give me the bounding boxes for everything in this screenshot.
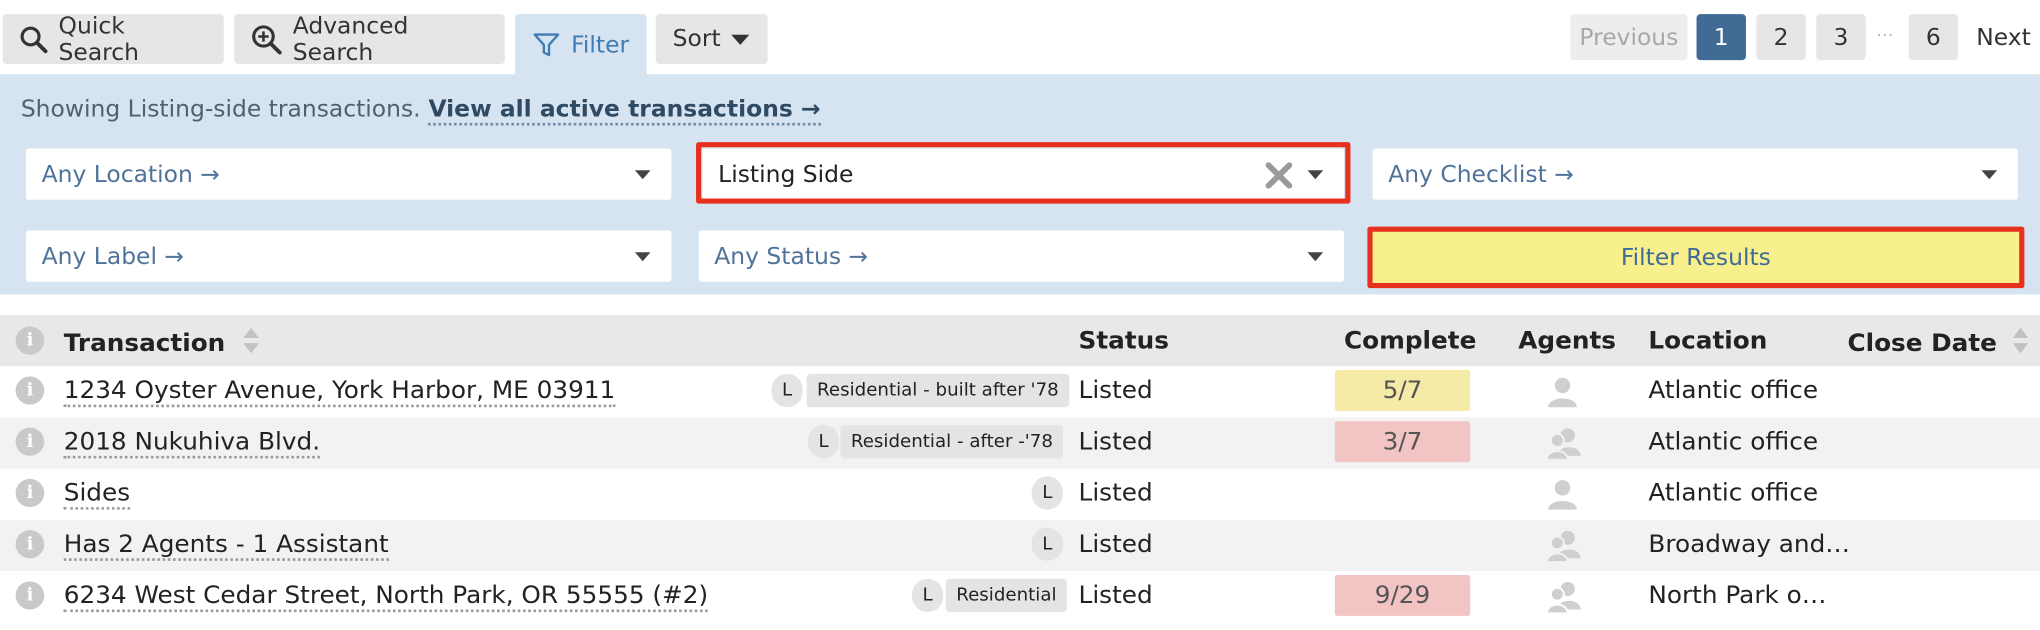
location-text: Atlantic office [1648, 427, 1819, 456]
users-icon [1545, 530, 1581, 563]
page-number: 3 [1833, 23, 1849, 51]
status-text: Listed [1078, 427, 1153, 456]
label-select-value: Any Label → [41, 242, 185, 270]
info-icon[interactable]: i [15, 530, 45, 559]
side-badge: L [1031, 527, 1063, 561]
transaction-link[interactable]: 2018 Nukuhiva Blvd. [63, 428, 321, 459]
transaction-link[interactable]: 6234 West Cedar Street, North Park, OR 5… [63, 581, 709, 613]
transaction-link[interactable]: Sides [63, 479, 131, 510]
location-select-value: Any Location → [41, 160, 220, 188]
filter-tab[interactable]: Filter [515, 14, 647, 76]
header-close-date-label: Close Date [1847, 329, 1997, 358]
filter-label: Filter [571, 31, 630, 59]
info-icon[interactable]: i [15, 478, 45, 508]
filter-info: Showing Listing-side transactions. View a… [20, 96, 821, 126]
checklist-select-value: Any Checklist → [1388, 160, 1574, 188]
view-all-transactions-link[interactable]: View all active transactions → [428, 96, 821, 126]
page-1-button[interactable]: 1 [1696, 14, 1746, 61]
user-icon [1548, 377, 1577, 408]
transaction-link[interactable]: 1234 Oyster Avenue, York Harbor, ME 0391… [63, 376, 616, 408]
previous-page-button[interactable]: Previous [1570, 14, 1688, 61]
side-badge: L [1031, 476, 1063, 510]
page-6-button[interactable]: 6 [1908, 14, 1959, 61]
user-icon [1548, 480, 1577, 510]
next-label: Next [1976, 23, 2031, 51]
sort-button[interactable]: Sort [655, 14, 768, 65]
complete-badge[interactable]: 9/29 [1334, 574, 1471, 616]
filter-results-highlight [1367, 226, 2025, 289]
label-tag: Residential - after -'78 [840, 425, 1064, 459]
location-text: Atlantic office [1648, 376, 1819, 405]
status-select-value: Any Status → [714, 242, 869, 270]
status-text: Listed [1078, 530, 1153, 559]
checklist-select[interactable]: Any Checklist → [1372, 148, 2018, 200]
status-text: Listed [1078, 478, 1153, 508]
next-page-button[interactable]: Next [1967, 14, 2040, 61]
users-icon [1545, 581, 1581, 614]
side-badge: L [912, 578, 944, 613]
quick-search-label: Quick Search [58, 12, 140, 66]
status-text: Listed [1078, 376, 1153, 405]
advanced-search-label: Advanced Search [292, 12, 409, 66]
label-tag: Residential - built after '78 [806, 373, 1070, 408]
sort-label: Sort [672, 25, 721, 53]
label-tag: Residential [945, 578, 1067, 613]
page-3-button[interactable]: 3 [1816, 14, 1866, 61]
transaction-link[interactable]: Has 2 Agents - 1 Assistant [63, 530, 389, 561]
page-number: 1 [1713, 23, 1729, 51]
zoom-in-icon [252, 24, 282, 54]
chevron-down-icon [1981, 170, 1998, 180]
page-number: 6 [1925, 23, 1941, 51]
status-text: Listed [1078, 581, 1153, 610]
complete-badge[interactable]: 5/7 [1334, 370, 1471, 412]
header-location[interactable]: Location [1648, 327, 1767, 355]
side-badge: L [807, 425, 840, 459]
info-icon[interactable]: i [15, 376, 45, 405]
chevron-down-icon [634, 170, 651, 180]
location-text: Atlantic office [1648, 478, 1819, 508]
funnel-icon [533, 33, 560, 57]
complete-badge[interactable]: 3/7 [1334, 421, 1471, 463]
header-transaction[interactable]: Transaction [63, 327, 260, 358]
quick-search-button[interactable]: Quick Search [2, 12, 224, 66]
chevron-down-icon [1307, 252, 1324, 262]
info-icon[interactable]: i [15, 427, 45, 456]
side-badge: L [771, 373, 803, 408]
search-icon [20, 25, 48, 53]
location-select[interactable]: Any Location → [26, 148, 672, 200]
info-icon: i [15, 326, 45, 355]
pagination-ellipsis: ··· [1876, 25, 1894, 47]
filter-info-text: Showing Listing-side transactions. [20, 96, 421, 123]
caret-down-icon [731, 33, 750, 45]
header-close-date[interactable]: Close Date [1847, 327, 2029, 358]
status-select[interactable]: Any Status → [698, 230, 1344, 282]
users-icon [1545, 428, 1581, 460]
previous-label: Previous [1579, 23, 1679, 51]
page-number: 2 [1773, 23, 1789, 51]
header-agents[interactable]: Agents [1518, 327, 1616, 355]
label-select[interactable]: Any Label → [26, 230, 672, 282]
header-complete[interactable]: Complete [1344, 327, 1476, 355]
location-text: Broadway and… [1648, 530, 1851, 559]
sort-icon [243, 327, 259, 354]
header-transaction-label: Transaction [63, 329, 226, 358]
location-text: North Park o… [1648, 581, 1827, 610]
side-select-highlight [696, 142, 1351, 204]
sort-icon [2012, 327, 2028, 354]
advanced-search-button[interactable]: Advanced Search [234, 12, 505, 66]
info-icon[interactable]: i [15, 581, 45, 610]
page-2-button[interactable]: 2 [1756, 14, 1806, 61]
header-status[interactable]: Status [1079, 327, 1169, 355]
chevron-down-icon [634, 252, 651, 262]
